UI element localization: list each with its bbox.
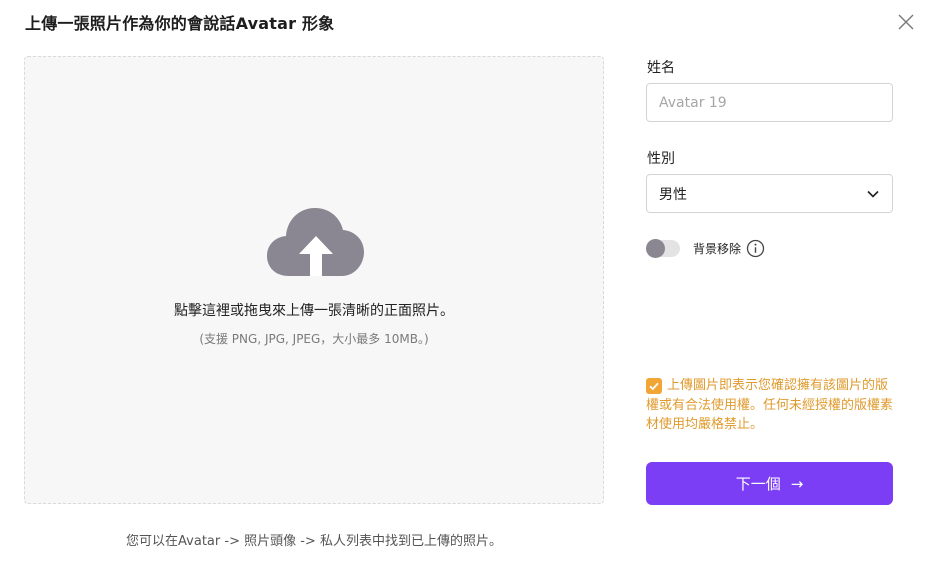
consent-text: 上傳圖片即表示您確認擁有該圖片的版權或有合法使用權。任何未經授權的版權素材使用均… (646, 378, 894, 432)
gender-select[interactable]: 男性 (646, 174, 893, 213)
name-input[interactable] (646, 83, 893, 122)
toggle-knob (646, 239, 665, 258)
name-label: 姓名 (647, 60, 675, 76)
close-icon (898, 14, 914, 30)
dialog-title: 上傳一張照片作為你的會說話Avatar 形象 (25, 14, 335, 33)
upload-instruction: 點擊這裡或拖曳來上傳一張清晰的正面照片。 (174, 303, 454, 319)
gender-label: 性別 (647, 151, 675, 167)
chevron-down-icon (867, 190, 879, 198)
background-removal-label: 背景移除 (693, 242, 742, 256)
next-button-label: 下一個 (735, 475, 781, 493)
checkmark-icon (649, 382, 659, 391)
consent-checkbox[interactable] (646, 378, 662, 394)
next-button[interactable]: 下一個 → (646, 462, 893, 505)
info-icon[interactable] (746, 239, 765, 258)
arrow-right-icon: → (790, 474, 804, 493)
uploaded-photos-hint: 您可以在Avatar -> 照片頭像 -> 私人列表中找到已上傳的照片。 (126, 534, 502, 549)
cloud-upload-icon (267, 208, 364, 276)
background-removal-toggle[interactable] (646, 239, 680, 258)
upload-dropzone[interactable]: 點擊這裡或拖曳來上傳一張清晰的正面照片。 (支援 PNG, JPG, JPEG，… (24, 56, 604, 504)
close-button[interactable] (896, 12, 916, 32)
gender-selected-value: 男性 (659, 186, 687, 203)
upload-format-hint: (支援 PNG, JPG, JPEG，大小最多 10MB。) (199, 332, 429, 346)
